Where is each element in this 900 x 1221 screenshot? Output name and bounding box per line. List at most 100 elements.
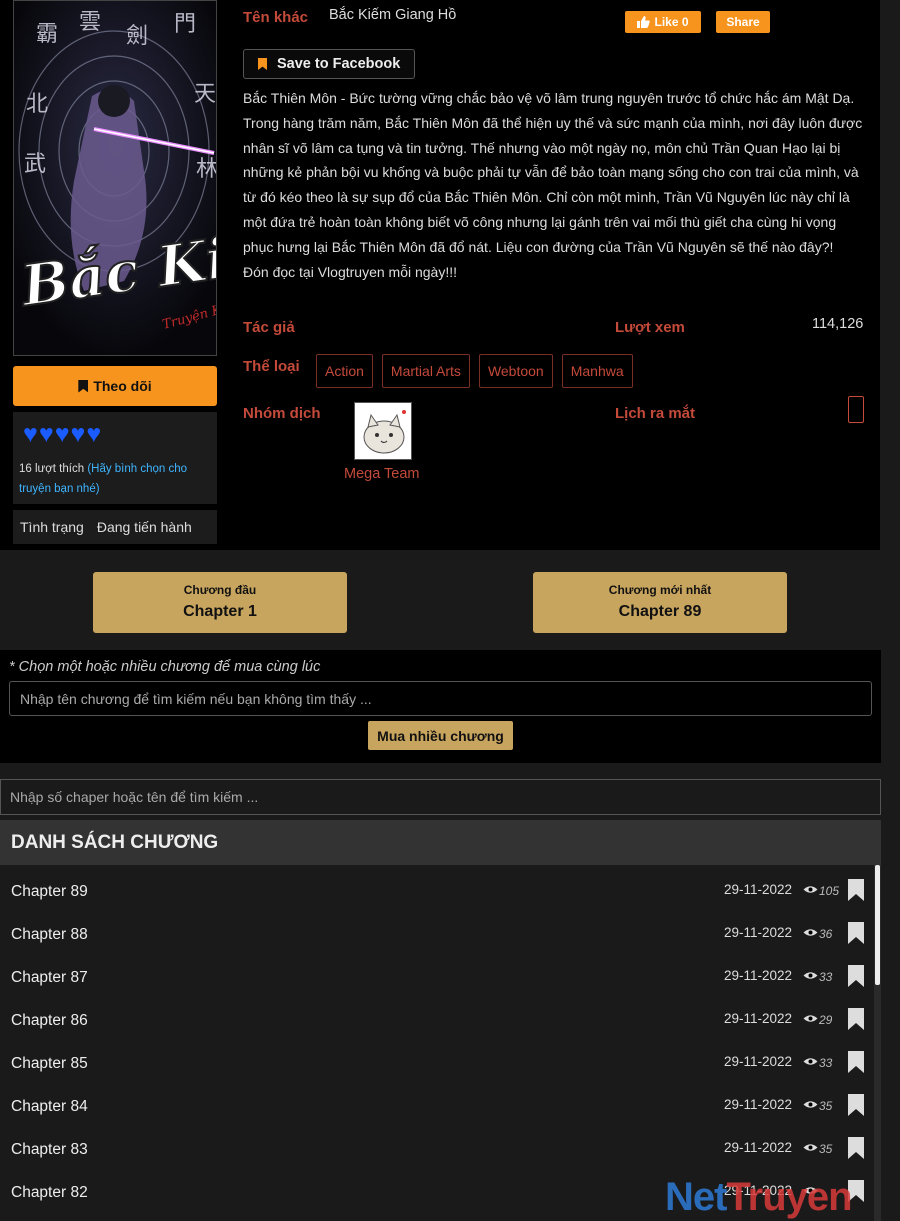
chapter-name-search-input[interactable] <box>9 681 872 716</box>
multi-buy-panel: * Chọn một hoặc nhiều chương để mua cùng… <box>0 650 881 763</box>
chapter-name[interactable]: Chapter 82 <box>11 1184 88 1202</box>
heart-icon-3[interactable]: ♥ <box>55 422 70 447</box>
bookmark-icon[interactable] <box>848 965 864 987</box>
heart-icon-5[interactable]: ♥ <box>86 422 101 447</box>
netruyen-watermark: NetTruyen <box>665 1175 853 1220</box>
chapter-date: 29-11-2022 <box>724 1011 793 1026</box>
heart-icon-1[interactable]: ♥ <box>23 422 38 447</box>
chapter-views: 33 <box>819 1056 833 1070</box>
buy-multiple-button[interactable]: Mua nhiều chương <box>368 721 513 750</box>
latest-chapter-button[interactable]: Chương mới nhất Chapter 89 <box>533 572 787 633</box>
bookmark-icon[interactable] <box>848 879 864 901</box>
bookmark-icon[interactable] <box>848 1137 864 1159</box>
description: Bắc Thiên Môn - Bức tường vững chắc bảo … <box>243 86 868 284</box>
heart-icon-2[interactable]: ♥ <box>39 422 54 447</box>
save-to-facebook-button[interactable]: Save to Facebook <box>243 49 415 79</box>
chapter-row[interactable]: Chapter 83 29-11-2022 35 <box>0 1123 874 1166</box>
release-schedule-label: Lịch ra mắt <box>615 405 696 422</box>
likes-text: 16 lượt thích (Hãy bình chọn cho truyện … <box>19 459 215 499</box>
bookmark-icon[interactable] <box>848 1008 864 1030</box>
translator-avatar[interactable] <box>354 402 412 460</box>
eye-icon <box>803 1058 818 1065</box>
chapter-name[interactable]: Chapter 87 <box>11 969 88 987</box>
release-schedule-box <box>848 396 864 423</box>
chapter-row[interactable]: Chapter 87 29-11-2022 33 <box>0 951 874 994</box>
svg-text:門: 門 <box>174 12 196 37</box>
svg-text:天: 天 <box>194 82 216 107</box>
chapter-views: 35 <box>819 1099 833 1113</box>
genre-tag[interactable]: Webtoon <box>478 354 553 388</box>
chapter-name[interactable]: Chapter 86 <box>11 1012 88 1030</box>
bookmark-icon[interactable] <box>848 1051 864 1073</box>
genre-tag[interactable]: Manhwa <box>561 354 633 388</box>
views-value: 114,126 <box>812 316 864 332</box>
chapter-date: 29-11-2022 <box>724 1097 793 1112</box>
chapter-views: 29 <box>819 1013 833 1027</box>
eye-icon <box>803 929 818 936</box>
scrollbar-thumb[interactable] <box>875 865 880 985</box>
manga-info-panel: 霸雲劍門 北天武林 Bắc Kiếm Truyện Kỹ Theo dõi ♥ … <box>0 0 880 550</box>
first-chapter-button[interactable]: Chương đầu Chapter 1 <box>93 572 347 633</box>
eye-icon <box>803 1101 818 1108</box>
facebook-share-button[interactable]: Share <box>716 11 770 33</box>
chapter-row[interactable]: Chapter 85 29-11-2022 33 <box>0 1037 874 1080</box>
chapter-list-title: DANH SÁCH CHƯƠNG <box>0 820 881 865</box>
first-chapter-caption: Chương đầu <box>183 583 257 597</box>
status-row: Tình trạng Đang tiến hành <box>13 510 217 544</box>
likes-count: 16 lượt thích <box>19 463 85 475</box>
author-label: Tác giả <box>243 319 295 336</box>
chapter-views: 105 <box>819 884 840 898</box>
genre-label: Thể loại <box>243 358 300 375</box>
heart-icon-4[interactable]: ♥ <box>71 422 86 447</box>
genre-tag[interactable]: Martial Arts <box>381 354 470 388</box>
chapter-date: 29-11-2022 <box>724 968 793 983</box>
description-text: Bắc Thiên Môn - Bức tường vững chắc bảo … <box>243 90 863 255</box>
facebook-like-label: Like 0 <box>654 15 689 29</box>
chapter-name[interactable]: Chapter 88 <box>11 926 88 944</box>
chapter-row[interactable]: Chapter 84 29-11-2022 35 <box>0 1080 874 1123</box>
cover-artwork: 霸雲劍門 北天武林 Bắc Kiếm Truyện Kỹ <box>14 1 216 355</box>
alt-name-label: Tên khác <box>243 9 309 26</box>
chapter-name[interactable]: Chapter 84 <box>11 1098 88 1116</box>
chapter-views: 35 <box>819 1142 833 1156</box>
svg-text:武: 武 <box>24 152 46 177</box>
translator-name[interactable]: Mega Team <box>344 466 420 482</box>
facebook-share-label: Share <box>726 15 760 29</box>
chapter-date: 29-11-2022 <box>724 882 793 897</box>
heart-rating: ♥ ♥ ♥ ♥ ♥ <box>23 422 101 447</box>
status-label: Tình trạng <box>20 519 84 535</box>
thumbs-up-icon <box>637 16 651 28</box>
chapter-row[interactable]: Chapter 86 29-11-2022 29 <box>0 994 874 1037</box>
follow-label: Theo dõi <box>93 378 152 394</box>
bookmark-icon[interactable] <box>848 1094 864 1116</box>
watermark-part-1: Net <box>665 1175 727 1219</box>
chapter-views: 36 <box>819 927 833 941</box>
cover-image[interactable]: 霸雲劍門 北天武林 Bắc Kiếm Truyện Kỹ <box>13 0 217 356</box>
multi-buy-note: * Chọn một hoặc nhiều chương để mua cùng… <box>9 659 321 675</box>
eye-icon <box>803 1015 818 1022</box>
eye-icon <box>803 972 818 979</box>
svg-text:劍: 劍 <box>126 24 148 49</box>
cat-avatar-icon <box>355 403 411 459</box>
chapter-name[interactable]: Chapter 85 <box>11 1055 88 1073</box>
latest-chapter-caption: Chương mới nhất <box>608 583 712 597</box>
chapter-date: 29-11-2022 <box>724 1140 793 1155</box>
eye-icon <box>803 886 818 893</box>
follow-button[interactable]: Theo dõi <box>13 366 217 406</box>
watermark-part-2: Truyen <box>726 1175 852 1219</box>
rating-box: ♥ ♥ ♥ ♥ ♥ 16 lượt thích (Hãy bình chọn c… <box>13 412 217 504</box>
chapter-name[interactable]: Chapter 89 <box>11 883 88 901</box>
alt-name-value: Bắc Kiếm Giang Hồ <box>329 7 457 23</box>
chapter-row[interactable]: Chapter 89 29-11-2022 105 <box>0 865 874 908</box>
bookmark-icon[interactable] <box>848 922 864 944</box>
chapter-search-input[interactable] <box>0 779 881 815</box>
first-chapter-label: Chapter 1 <box>183 603 257 620</box>
chapter-row[interactable]: Chapter 88 29-11-2022 36 <box>0 908 874 951</box>
genre-tag[interactable]: Action <box>316 354 373 388</box>
eye-icon <box>803 1144 818 1151</box>
chapter-name[interactable]: Chapter 83 <box>11 1141 88 1159</box>
svg-text:霸: 霸 <box>36 22 58 47</box>
facebook-like-button[interactable]: Like 0 <box>625 11 701 33</box>
svg-text:雲: 雲 <box>79 10 101 35</box>
bookmark-icon <box>78 379 89 393</box>
